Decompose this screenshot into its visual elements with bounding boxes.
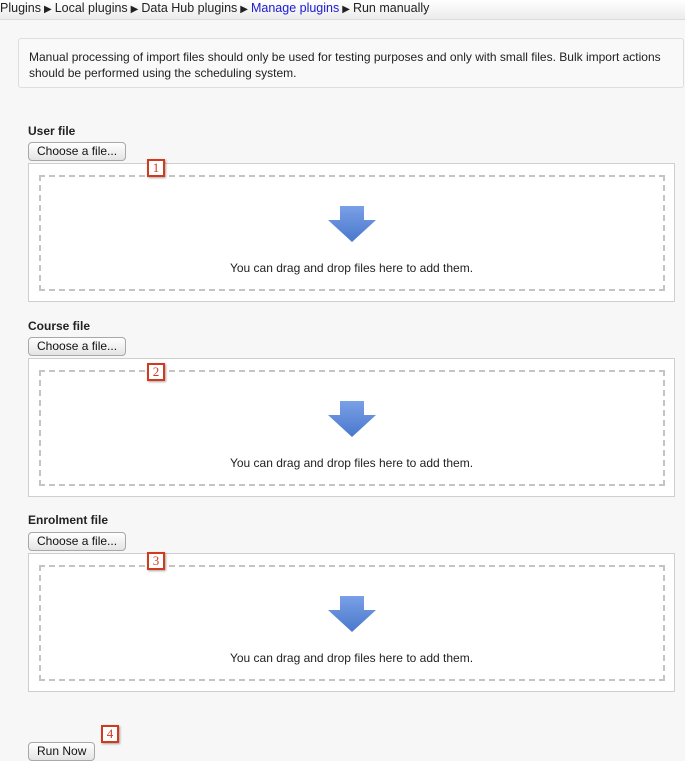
breadcrumb-separator-icon: ▶ xyxy=(240,4,248,15)
notice-text: Manual processing of import files should… xyxy=(29,50,661,80)
drop-arrow-icon xyxy=(327,206,376,242)
callout-badge: 3 xyxy=(147,552,165,570)
drop-message: You can drag and drop files here to add … xyxy=(229,261,474,275)
drop-arrow-icon xyxy=(327,596,376,632)
callout-badge: 4 xyxy=(101,725,119,743)
drop-message: You can drag and drop files here to add … xyxy=(229,651,474,665)
breadcrumb-separator-icon: ▶ xyxy=(342,4,350,15)
breadcrumb-data-hub-plugins[interactable]: Data Hub plugins xyxy=(141,1,237,15)
enrolment-file-dropzone[interactable]: You can drag and drop files here to add … xyxy=(28,553,675,692)
enrolment-file-choose-button[interactable]: Choose a file... xyxy=(28,532,127,551)
course-file-dropzone[interactable]: You can drag and drop files here to add … xyxy=(28,358,675,497)
breadcrumb-manage-plugins[interactable]: Manage plugins xyxy=(251,1,339,15)
breadcrumb-separator-icon: ▶ xyxy=(44,4,52,15)
run-now-button[interactable]: Run Now xyxy=(28,742,96,761)
drop-message: You can drag and drop files here to add … xyxy=(229,456,474,470)
enrolment-file-label: Enrolment file xyxy=(28,513,109,527)
breadcrumb: Plugins ▶ Local plugins ▶ Data Hub plugins ▶ M… xyxy=(0,0,685,20)
user-file-choose-button[interactable]: Choose a file... xyxy=(28,142,127,161)
breadcrumb-local-plugins[interactable]: Local plugins xyxy=(55,1,128,15)
course-file-label: Course file xyxy=(28,319,91,333)
breadcrumb-separator-icon: ▶ xyxy=(130,4,139,15)
user-file-dropzone[interactable]: You can drag and drop files here to add … xyxy=(28,163,675,302)
drop-arrow-icon xyxy=(327,401,376,437)
breadcrumb-plugins[interactable]: Plugins xyxy=(0,1,41,15)
breadcrumb-run-manually: Run manually xyxy=(352,1,430,15)
callout-badge: 1 xyxy=(147,159,165,177)
user-file-label: User file xyxy=(28,124,76,138)
course-file-choose-button[interactable]: Choose a file... xyxy=(28,337,127,356)
notice-box: Manual processing of import files should… xyxy=(18,38,684,88)
callout-badge: 2 xyxy=(147,363,165,381)
